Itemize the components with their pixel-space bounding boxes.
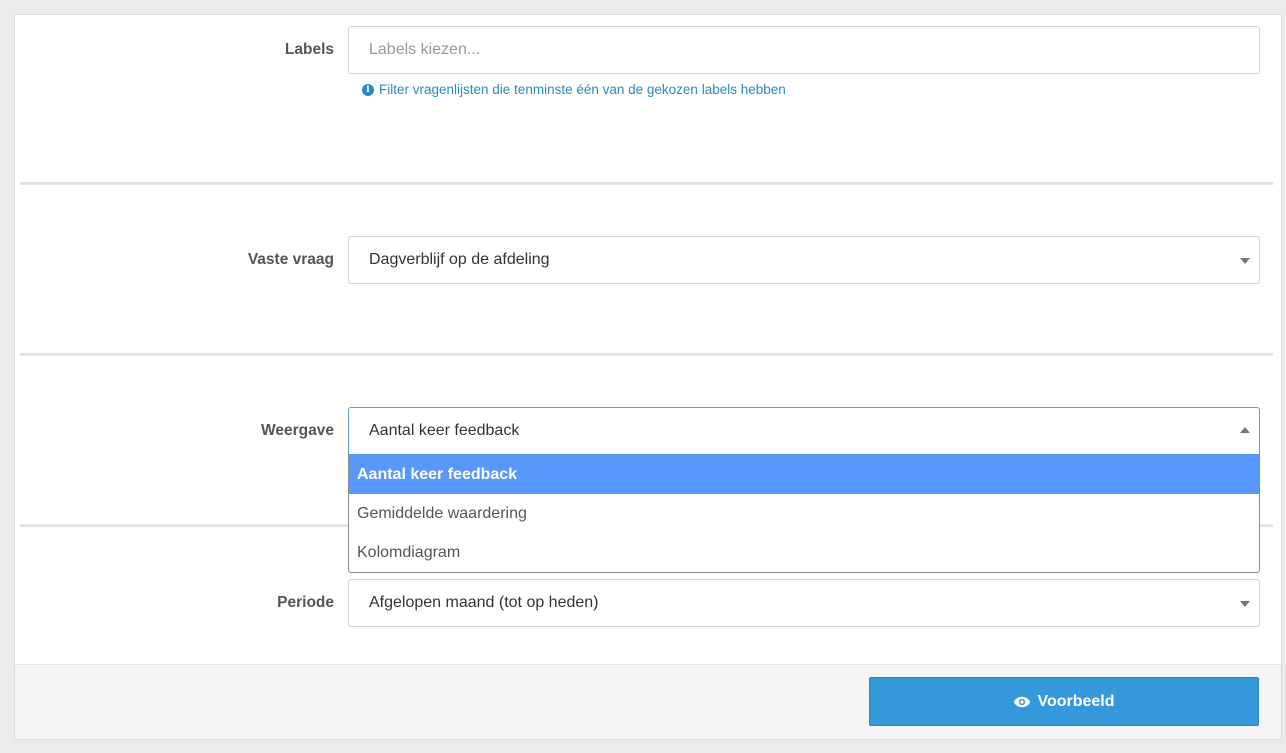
section-divider <box>20 182 1273 185</box>
period-select[interactable]: Afgelopen maand (tot op heden) <box>348 579 1260 627</box>
labels-input[interactable]: Labels kiezen... <box>348 26 1260 74</box>
fixed-question-select[interactable]: Dagverblijf op de afdeling <box>348 236 1260 284</box>
display-option-count[interactable]: Aantal keer feedback <box>349 455 1259 494</box>
fixed-question-value: Dagverblijf op de afdeling <box>369 251 550 268</box>
form-footer: Voorbeeld <box>15 664 1281 739</box>
period-label: Periode <box>277 594 334 611</box>
period-value: Afgelopen maand (tot op heden) <box>369 594 599 611</box>
fixed-question-label: Vaste vraag <box>247 251 334 268</box>
info-circle-icon: i <box>362 83 374 96</box>
caret-down-icon <box>1240 601 1250 607</box>
labels-help-text: i Filter vragenlijsten die tenminste één… <box>362 82 786 97</box>
display-option-average[interactable]: Gemiddelde waardering <box>349 494 1259 533</box>
caret-down-icon <box>1240 258 1250 264</box>
caret-up-icon <box>1240 427 1250 433</box>
display-value: Aantal keer feedback <box>369 422 520 439</box>
section-divider <box>20 353 1273 356</box>
labels-label: Labels <box>284 41 334 58</box>
labels-help-message: Filter vragenlijsten die tenminste één v… <box>379 82 786 97</box>
preview-button[interactable]: Voorbeeld <box>869 677 1259 726</box>
labels-placeholder: Labels kiezen... <box>369 41 481 58</box>
eye-icon <box>1014 696 1031 707</box>
report-form-panel: Labels Labels kiezen... i Filter vragenl… <box>14 14 1282 740</box>
display-select[interactable]: Aantal keer feedback <box>348 407 1260 455</box>
preview-button-label: Voorbeeld <box>1037 692 1115 710</box>
display-dropdown: Aantal keer feedback Gemiddelde waarderi… <box>348 455 1260 573</box>
display-option-column-chart[interactable]: Kolomdiagram <box>349 533 1259 572</box>
display-label: Weergave <box>261 422 334 439</box>
